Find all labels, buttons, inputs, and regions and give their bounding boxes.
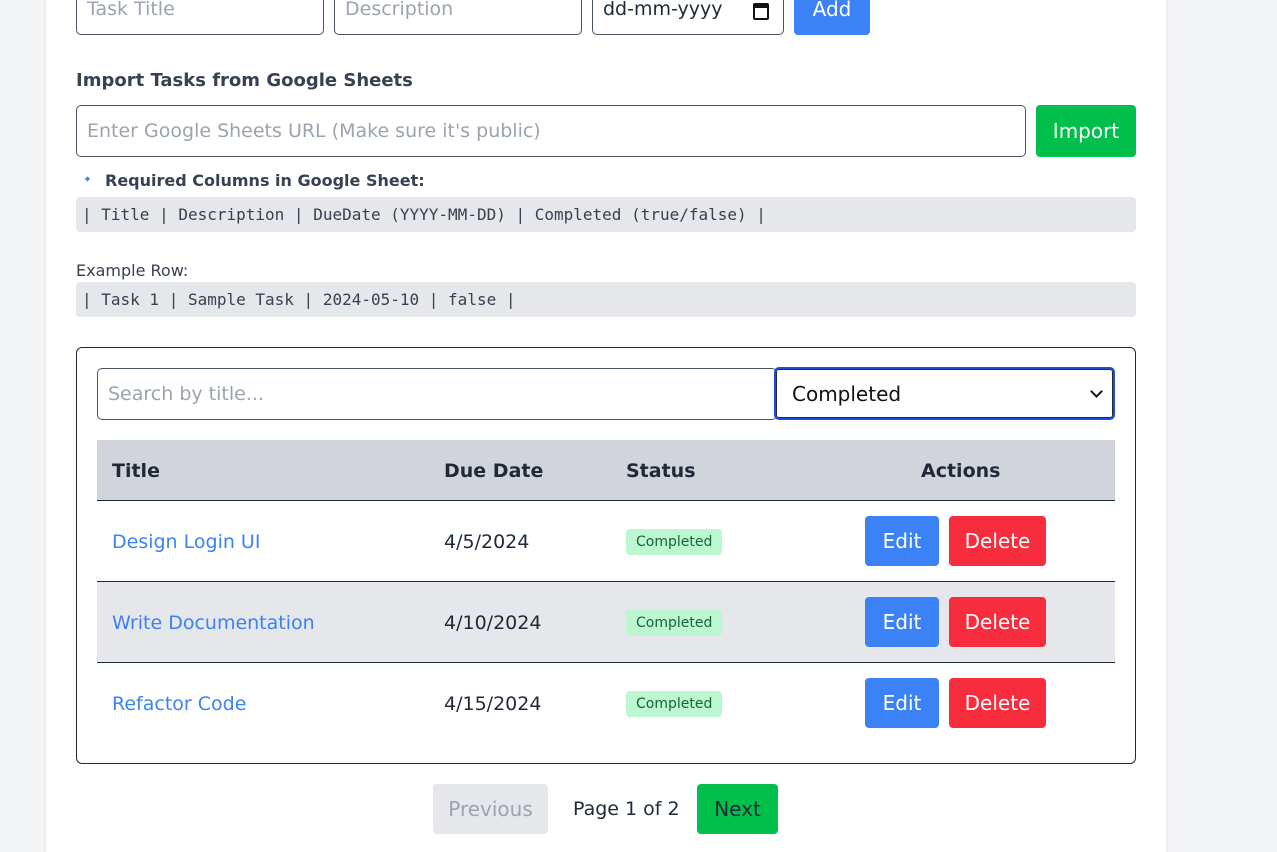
sheets-url-placeholder: Enter Google Sheets URL (Make sure it's … [87, 120, 541, 142]
delete-button[interactable]: Delete [949, 678, 1046, 728]
edit-button[interactable]: Edit [865, 516, 939, 566]
task-title-link[interactable]: Refactor Code [112, 663, 246, 744]
header-due-date: Due Date [444, 459, 544, 482]
delete-button-label: Delete [964, 691, 1031, 715]
delete-button-label: Delete [964, 529, 1031, 553]
status-filter-select[interactable]: Completed [774, 367, 1115, 420]
diamond-bullet-icon: 🔹 [80, 172, 95, 186]
search-placeholder: Search by title... [108, 383, 264, 405]
task-title-input[interactable]: Task Title [76, 0, 324, 35]
example-row-code: | Task 1 | Sample Task | 2024-05-10 | fa… [76, 282, 1136, 317]
search-input[interactable]: Search by title... [97, 368, 777, 420]
status-badge: Completed [626, 609, 723, 636]
table-row: Write Documentation 4/10/2024 Completed … [97, 582, 1115, 663]
delete-button-label: Delete [964, 610, 1031, 634]
sheets-url-input[interactable]: Enter Google Sheets URL (Make sure it's … [76, 105, 1026, 157]
previous-button[interactable]: Previous [433, 784, 548, 834]
description-placeholder: Description [345, 0, 454, 20]
delete-button[interactable]: Delete [949, 597, 1046, 647]
status-badge: Completed [626, 528, 723, 555]
due-date: 4/10/2024 [444, 611, 542, 634]
task-title-link[interactable]: Design Login UI [112, 501, 260, 582]
task-title-link[interactable]: Write Documentation [112, 582, 315, 663]
calendar-icon[interactable] [753, 3, 769, 20]
due-date: 4/5/2024 [444, 530, 530, 553]
delete-button[interactable]: Delete [949, 516, 1046, 566]
due-date: 4/15/2024 [444, 692, 542, 715]
description-input[interactable]: Description [334, 0, 582, 35]
import-button-label: Import [1052, 119, 1120, 143]
add-button[interactable]: Add [794, 0, 870, 35]
due-date-input[interactable]: dd-mm-yyyy [592, 0, 784, 35]
import-heading: Import Tasks from Google Sheets [76, 70, 413, 91]
required-columns-heading: Required Columns in Google Sheet: [105, 171, 425, 190]
add-button-label: Add [812, 0, 852, 21]
task-title-placeholder: Task Title [87, 0, 175, 20]
example-row-label: Example Row: [76, 261, 189, 280]
due-date-placeholder: dd-mm-yyyy [603, 0, 723, 20]
edit-button[interactable]: Edit [865, 597, 939, 647]
edit-button-label: Edit [882, 529, 922, 553]
status-badge: Completed [626, 690, 723, 717]
status-filter-value: Completed [792, 381, 902, 406]
table-row: Design Login UI 4/5/2024 Completed Edit … [97, 501, 1115, 582]
header-status: Status [626, 459, 696, 482]
header-title: Title [112, 459, 160, 482]
next-button[interactable]: Next [697, 784, 778, 834]
next-button-label: Next [714, 797, 761, 821]
table-header: Title Due Date Status Actions [97, 440, 1115, 501]
required-columns-code: | Title | Description | DueDate (YYYY-MM… [76, 197, 1136, 232]
edit-button[interactable]: Edit [865, 678, 939, 728]
edit-button-label: Edit [882, 610, 922, 634]
edit-button-label: Edit [882, 691, 922, 715]
chevron-down-icon [1090, 385, 1103, 398]
page-indicator: Page 1 of 2 [573, 798, 680, 820]
table-row: Refactor Code 4/15/2024 Completed Edit D… [97, 663, 1115, 744]
previous-button-label: Previous [448, 797, 533, 821]
import-button[interactable]: Import [1036, 105, 1136, 157]
header-actions: Actions [921, 459, 1001, 482]
